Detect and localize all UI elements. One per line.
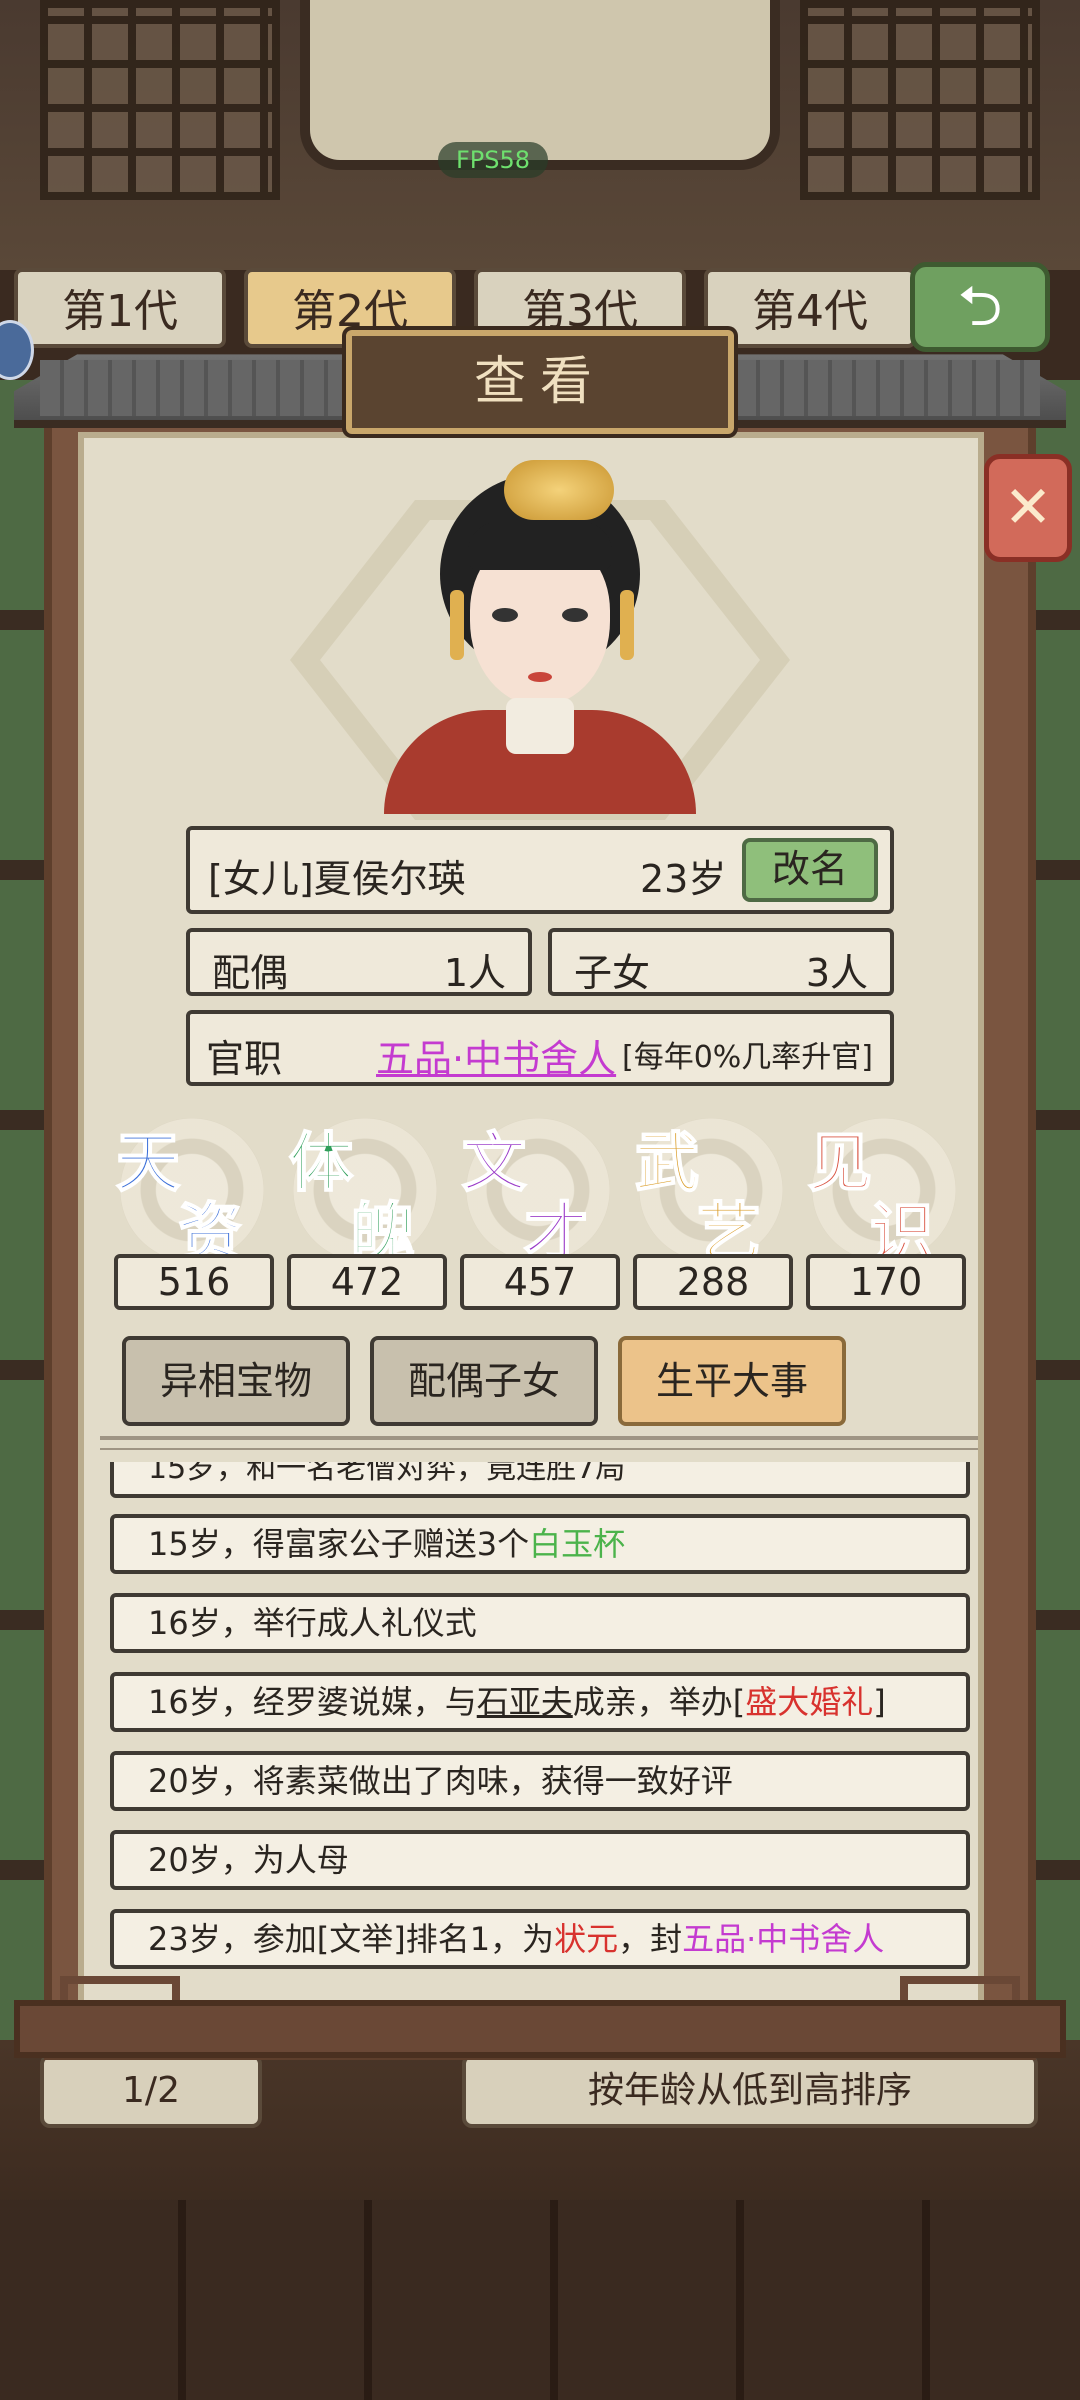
- close-icon[interactable]: ✕: [984, 454, 1072, 562]
- window-lattice-right: [800, 0, 1040, 200]
- tab-generation-4[interactable]: 第4代: [704, 268, 916, 348]
- attr-value-jianshi: 170: [806, 1254, 966, 1310]
- attr-badge-tianzi: 天 资: [112, 1108, 272, 1272]
- pagination[interactable]: 1/2: [40, 2054, 262, 2128]
- character-portrait: [380, 460, 700, 814]
- sort-toggle[interactable]: 按年龄从低到高排序: [462, 2054, 1038, 2128]
- spouse-count: 1人: [443, 951, 506, 995]
- list-item: 15岁，和一名老僧对弈，竟连胜7局: [110, 1462, 970, 1498]
- children-label: 子女: [574, 951, 651, 995]
- back-arrow-icon[interactable]: ⮌: [910, 262, 1050, 352]
- office-link[interactable]: 五品·中书舍人: [376, 1028, 616, 1083]
- children-count: 3人: [805, 951, 868, 995]
- rename-button[interactable]: 改名: [742, 838, 878, 902]
- wooden-floor: [0, 2200, 1080, 2400]
- character-age: 23岁: [640, 857, 727, 901]
- side-list-right: [1036, 380, 1080, 2040]
- attr-badge-wencai: 文 才: [458, 1108, 618, 1272]
- attr-char: 体: [288, 1126, 354, 1202]
- office-note: [每年0%几率升官]: [622, 1040, 874, 1075]
- character-name: [女儿]夏侯尔瑛: [208, 857, 466, 901]
- list-item: 16岁，举行成人礼仪式: [110, 1593, 970, 1653]
- attr-char: 见: [807, 1126, 873, 1202]
- office-row: 官职 五品·中书舍人 [每年0%几率升官]: [186, 1010, 894, 1086]
- attr-value-tianzi: 516: [114, 1254, 274, 1310]
- side-list-left: [0, 380, 44, 2040]
- attr-value-wencai: 457: [460, 1254, 620, 1310]
- tab-spouse-children[interactable]: 配偶子女: [370, 1336, 598, 1426]
- divider: [100, 1436, 978, 1450]
- attr-char: 文: [461, 1126, 527, 1202]
- attr-char: 武: [634, 1126, 700, 1202]
- name-row: [女儿]夏侯尔瑛 23岁 改名: [186, 826, 894, 914]
- attr-value-tipo: 472: [287, 1254, 447, 1310]
- attr-value-wuyi: 288: [633, 1254, 793, 1310]
- list-item: 20岁，将素菜做出了肉味，获得一致好评: [110, 1751, 970, 1811]
- dialog-title-plate: 查看: [346, 330, 734, 434]
- attr-char: 天: [115, 1126, 181, 1202]
- fps-counter: FPS58: [438, 142, 548, 178]
- attr-badge-wuyi: 武 艺: [631, 1108, 791, 1272]
- attr-badge-jianshi: 见 识: [804, 1108, 964, 1272]
- list-item: 15岁，得富家公子赠送3个白玉杯: [110, 1514, 970, 1574]
- spouse-row: 配偶 1人: [186, 928, 532, 996]
- tab-generation-1[interactable]: 第1代: [14, 268, 226, 348]
- list-item: 20岁，为人母: [110, 1830, 970, 1890]
- attr-badge-tipo: 体 魄: [285, 1108, 445, 1272]
- dialog-bottom-rail: [14, 2000, 1066, 2058]
- children-row: 子女 3人: [548, 928, 894, 996]
- window-lattice-left: [40, 0, 280, 200]
- list-item: 16岁，经罗婆说媒，与石亚夫成亲，举办[盛大婚礼]: [110, 1672, 970, 1732]
- dialog-title: 查看: [473, 352, 606, 412]
- list-item: 23岁，参加[文举]排名1，为状元，封五品·中书舍人: [110, 1909, 970, 1969]
- hair-ornament-icon: [504, 460, 614, 520]
- spouse-label: 配偶: [212, 951, 289, 995]
- office-label: 官职: [206, 1037, 283, 1081]
- tab-life-events[interactable]: 生平大事: [618, 1336, 846, 1426]
- tab-treasures[interactable]: 异相宝物: [122, 1336, 350, 1426]
